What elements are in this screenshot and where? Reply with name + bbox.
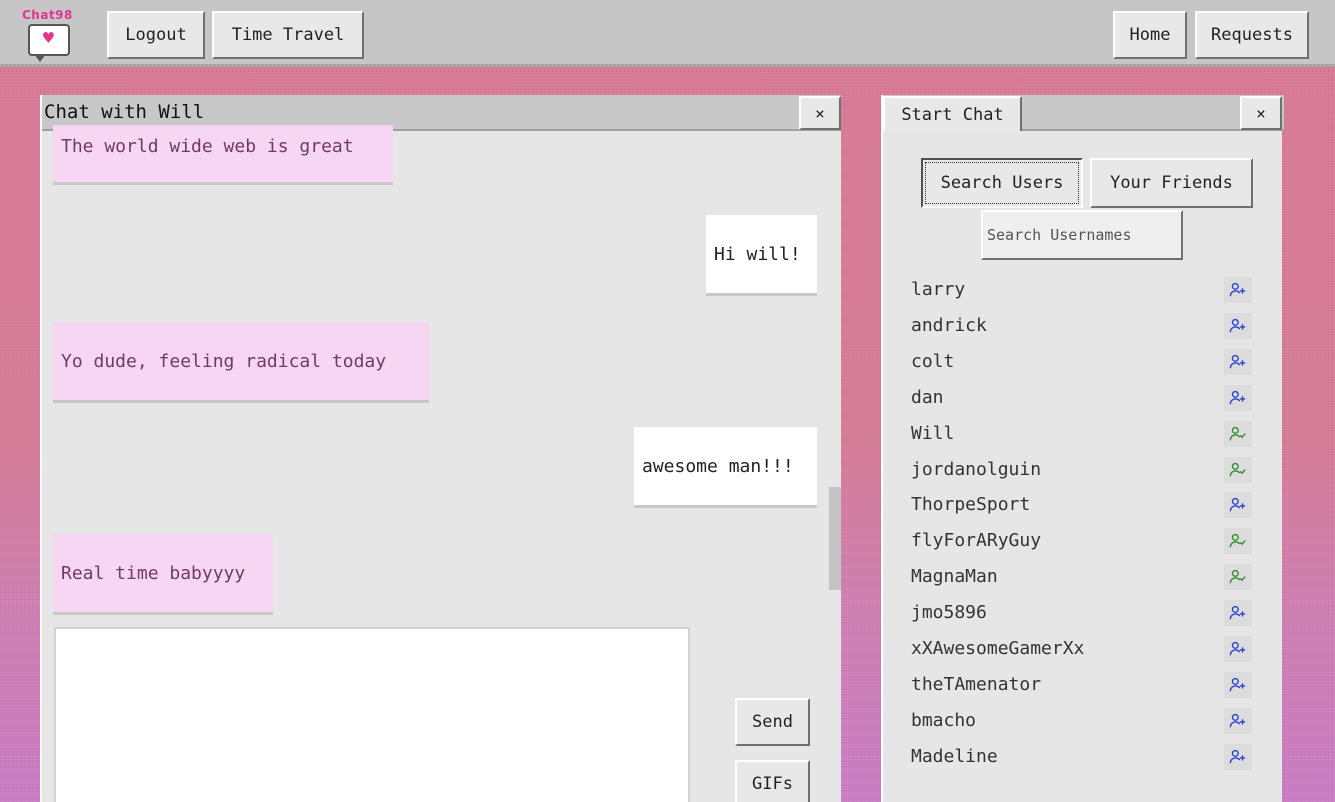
message-received: Yo dude, feeling radical today xyxy=(53,322,429,403)
your-friends-button[interactable]: Your Friends xyxy=(1090,158,1253,208)
user-plus-icon[interactable] xyxy=(1224,313,1252,339)
user-check-icon[interactable] xyxy=(1224,564,1252,590)
user-name: theTAmenator xyxy=(911,674,1042,695)
user-check-icon[interactable] xyxy=(1224,528,1252,554)
start-chat-panel: Start Chat × Search Users Your Friends l… xyxy=(881,95,1284,802)
message-text: Hi will! xyxy=(714,243,801,265)
user-row[interactable]: dan xyxy=(911,383,1256,413)
logout-button[interactable]: Logout xyxy=(107,11,205,59)
close-start-chat-button[interactable]: × xyxy=(1240,96,1282,130)
message-text: awesome man!!! xyxy=(642,455,794,477)
start-chat-titlebar: Start Chat × xyxy=(883,95,1284,131)
user-name: Will xyxy=(911,423,955,444)
home-button[interactable]: Home xyxy=(1113,11,1187,59)
heart-bubble-icon: ♥ xyxy=(28,24,70,62)
user-plus-icon[interactable] xyxy=(1224,744,1252,770)
user-name: ThorpeSport xyxy=(911,494,1031,515)
message-sent: awesome man!!! xyxy=(634,427,817,508)
user-name: colt xyxy=(911,351,955,372)
user-row[interactable]: xXAwesomeGamerXx xyxy=(911,634,1256,664)
message-sent: Hi will! xyxy=(706,215,817,296)
user-row[interactable]: jmo5896 xyxy=(911,598,1256,628)
user-plus-icon[interactable] xyxy=(1224,492,1252,518)
user-check-icon[interactable] xyxy=(1224,457,1252,483)
user-name: dan xyxy=(911,387,944,408)
user-name: flyForARyGuy xyxy=(911,530,1042,551)
user-row[interactable]: MagnaMan xyxy=(911,562,1256,592)
user-name: larry xyxy=(911,279,966,300)
user-name: Madeline xyxy=(911,746,998,767)
user-name: andrick xyxy=(911,315,987,336)
message-input[interactable] xyxy=(54,627,690,802)
user-plus-icon[interactable] xyxy=(1224,636,1252,662)
requests-button[interactable]: Requests xyxy=(1195,11,1309,59)
close-chat-button[interactable]: × xyxy=(799,96,841,130)
user-plus-icon[interactable] xyxy=(1224,600,1252,626)
chat-title: Chat with Will xyxy=(44,101,205,123)
search-usernames-input[interactable] xyxy=(981,210,1183,260)
user-row[interactable]: flyForARyGuy xyxy=(911,526,1256,556)
user-row[interactable]: theTAmenator xyxy=(911,670,1256,700)
user-name: jmo5896 xyxy=(911,602,987,623)
user-plus-icon[interactable] xyxy=(1224,277,1252,303)
user-row[interactable]: ThorpeSport xyxy=(911,490,1256,520)
user-plus-icon[interactable] xyxy=(1224,385,1252,411)
app-logo[interactable]: Chat98 ♥ xyxy=(22,8,78,62)
search-users-button[interactable]: Search Users xyxy=(921,158,1083,208)
chat-window: Chat with Will × The world wide web is g… xyxy=(40,95,841,802)
message-received: The world wide web is great xyxy=(53,125,393,185)
user-plus-icon[interactable] xyxy=(1224,349,1252,375)
user-row[interactable]: larry xyxy=(911,275,1256,305)
user-plus-icon[interactable] xyxy=(1224,672,1252,698)
user-name: jordanolguin xyxy=(911,459,1042,480)
user-row[interactable]: Will xyxy=(911,419,1256,449)
logo-text: Chat98 xyxy=(22,8,73,22)
time-travel-button[interactable]: Time Travel xyxy=(212,11,364,59)
user-row[interactable]: bmacho xyxy=(911,706,1256,736)
user-row[interactable]: colt xyxy=(911,347,1256,377)
message-text: Real time babyyyy xyxy=(61,562,246,584)
scrollbar-thumb[interactable] xyxy=(829,487,841,590)
user-name: MagnaMan xyxy=(911,566,998,587)
gifs-button[interactable]: GIFs xyxy=(735,760,810,802)
user-row[interactable]: andrick xyxy=(911,311,1256,341)
message-received: Real time babyyyy xyxy=(53,534,273,615)
top-bar: Chat98 ♥ Logout Time Travel Home Request… xyxy=(0,0,1335,67)
heart-icon: ♥ xyxy=(43,28,54,49)
send-button[interactable]: Send xyxy=(735,698,810,746)
user-name: bmacho xyxy=(911,710,977,731)
user-check-icon[interactable] xyxy=(1224,421,1252,447)
message-text: The world wide web is great xyxy=(61,136,354,157)
user-name: xXAwesomeGamerXx xyxy=(911,638,1085,659)
user-plus-icon[interactable] xyxy=(1224,708,1252,734)
tab-start-chat[interactable]: Start Chat xyxy=(883,96,1022,131)
user-row[interactable]: jordanolguin xyxy=(911,455,1256,485)
chat-scrollbar[interactable] xyxy=(829,131,841,802)
message-text: Yo dude, feeling radical today xyxy=(61,350,387,372)
user-row[interactable]: Madeline xyxy=(911,742,1256,772)
